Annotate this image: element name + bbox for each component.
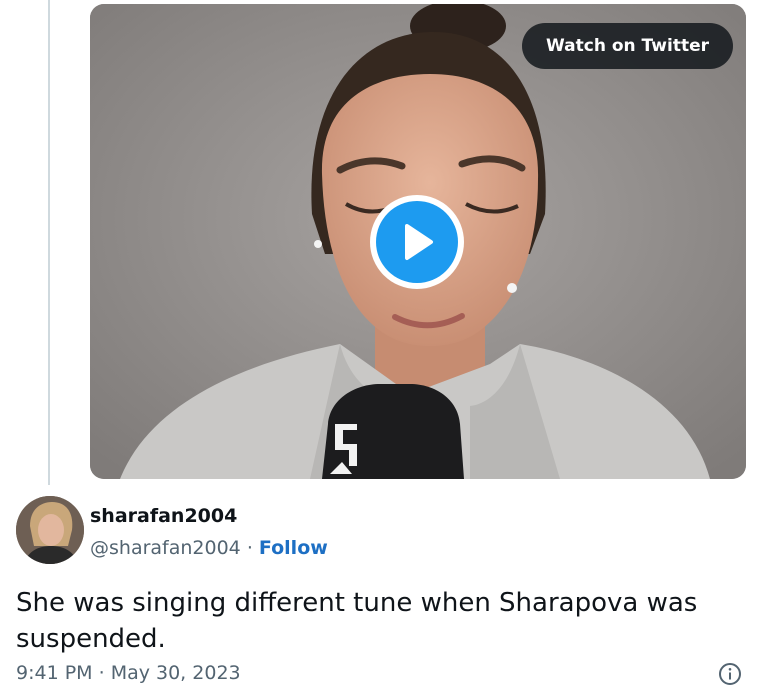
user-handle-line: @sharafan2004 · Follow	[90, 537, 328, 559]
avatar-image	[16, 496, 84, 564]
user-handle[interactable]: @sharafan2004	[90, 537, 241, 559]
play-icon	[376, 201, 458, 283]
follow-link[interactable]: Follow	[259, 537, 328, 559]
handle-separator: ·	[240, 537, 259, 559]
play-button[interactable]	[370, 195, 464, 289]
tweet-timestamp[interactable]: 9:41 PM · May 30, 2023	[16, 662, 241, 684]
user-display-name[interactable]: sharafan2004	[90, 505, 237, 527]
video-player[interactable]: Watch on Twitter	[90, 4, 746, 479]
tweet-text: She was singing different tune when Shar…	[16, 588, 698, 654]
info-icon[interactable]	[718, 662, 742, 686]
tweet-date: May 30, 2023	[110, 662, 241, 684]
watch-on-twitter-button[interactable]: Watch on Twitter	[522, 23, 733, 69]
tweet-time: 9:41 PM	[16, 662, 93, 684]
avatar[interactable]	[16, 496, 84, 564]
timestamp-separator: ·	[92, 662, 111, 684]
thread-line	[48, 0, 50, 485]
